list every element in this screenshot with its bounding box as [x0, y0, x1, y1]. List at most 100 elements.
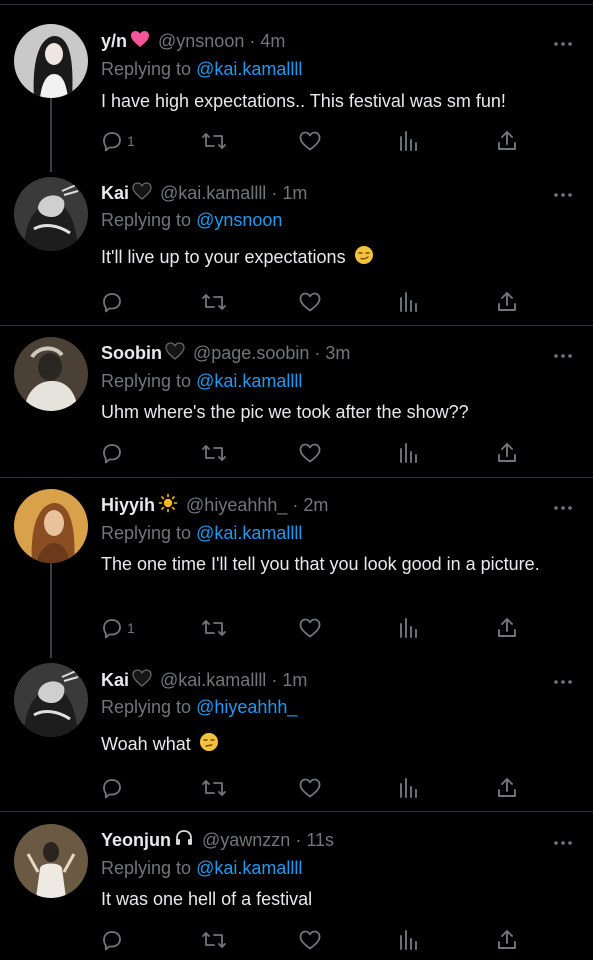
retweet-icon — [202, 294, 226, 310]
avatar[interactable] — [14, 24, 88, 98]
mention-link[interactable]: @kai.kamallll — [196, 858, 302, 878]
timestamp[interactable]: · 1m — [271, 670, 307, 690]
display-name[interactable]: Kai — [101, 183, 129, 203]
avatar[interactable] — [14, 337, 88, 411]
retweet-button[interactable] — [200, 775, 228, 801]
like-button[interactable] — [298, 289, 322, 315]
display-name[interactable]: Hiyyih — [101, 495, 155, 515]
avatar[interactable] — [14, 489, 88, 563]
retweet-icon — [202, 932, 226, 948]
retweet-button[interactable] — [200, 289, 228, 315]
smirk-face-icon — [354, 245, 374, 271]
display-name[interactable]: y/n — [101, 31, 127, 51]
user-handle[interactable]: @kai.kamallll — [160, 183, 266, 203]
unamused-face-icon — [199, 732, 219, 758]
like-button[interactable] — [298, 927, 322, 953]
replying-to: Replying to @kai.kamallll — [101, 521, 302, 545]
user-handle[interactable]: @hiyeahhh_ — [186, 495, 287, 515]
share-button[interactable] — [496, 927, 518, 953]
share-button[interactable] — [496, 128, 518, 154]
divider — [0, 811, 593, 812]
mention-link[interactable]: @kai.kamallll — [196, 371, 302, 391]
more-icon[interactable] — [552, 348, 574, 358]
like-icon — [299, 131, 321, 151]
share-button[interactable] — [496, 289, 518, 315]
views-icon — [400, 618, 417, 638]
share-icon — [498, 443, 516, 462]
share-icon — [498, 618, 516, 637]
avatar[interactable] — [14, 177, 88, 251]
replying-to: Replying to @ynsnoon — [101, 208, 282, 232]
retweet-button[interactable] — [200, 440, 228, 466]
views-button[interactable] — [398, 775, 420, 801]
retweet-button[interactable] — [200, 615, 228, 641]
timestamp[interactable]: · 1m — [271, 183, 307, 203]
more-icon[interactable] — [552, 36, 574, 46]
tweet-text: I have high expectations.. This festival… — [101, 91, 506, 111]
display-name[interactable]: Yeonjun — [101, 830, 171, 850]
reply-button[interactable] — [100, 775, 127, 801]
share-icon — [498, 292, 516, 311]
timestamp[interactable]: · 11s — [295, 830, 334, 850]
more-icon[interactable] — [552, 187, 574, 197]
tweet-text: Woah what — [101, 732, 561, 758]
reply-button[interactable]: 1 — [100, 615, 135, 641]
reply-button[interactable] — [100, 927, 127, 953]
reply-count: 1 — [127, 620, 135, 636]
avatar[interactable] — [14, 663, 88, 737]
retweet-icon — [202, 445, 226, 461]
tweet-text-body: It'll live up to your expectations — [101, 246, 346, 267]
like-button[interactable] — [298, 775, 322, 801]
mention-link[interactable]: @kai.kamallll — [196, 523, 302, 543]
timestamp[interactable]: · 2m — [292, 495, 328, 515]
display-name[interactable]: Kai — [101, 670, 129, 690]
display-name[interactable]: Soobin — [101, 343, 162, 363]
share-button[interactable] — [496, 440, 518, 466]
user-handle[interactable]: @kai.kamallll — [160, 670, 266, 690]
views-button[interactable] — [398, 927, 420, 953]
like-button[interactable] — [298, 615, 322, 641]
views-button[interactable] — [398, 289, 420, 315]
reply-icon — [103, 444, 121, 464]
user-handle[interactable]: @ynsnoon — [158, 31, 244, 51]
tweet-actions: 1 — [100, 615, 530, 641]
reply-button[interactable] — [100, 440, 127, 466]
replying-label: Replying to — [101, 858, 192, 878]
mention-link[interactable]: @hiyeahhh_ — [196, 697, 297, 717]
reply-count: 1 — [127, 133, 135, 149]
mention-link[interactable]: @ynsnoon — [196, 210, 282, 230]
views-button[interactable] — [398, 128, 420, 154]
retweet-button[interactable] — [200, 128, 228, 154]
replying-label: Replying to — [101, 523, 192, 543]
reply-icon — [103, 293, 121, 313]
reply-button[interactable] — [100, 289, 127, 315]
more-icon[interactable] — [552, 500, 574, 510]
divider — [0, 4, 593, 5]
tweet-actions: 1 — [100, 128, 530, 154]
like-button[interactable] — [298, 440, 322, 466]
mention-link[interactable]: @kai.kamallll — [196, 59, 302, 79]
views-button[interactable] — [398, 615, 420, 641]
user-handle[interactable]: @yawnzzn — [202, 830, 290, 850]
share-icon — [498, 131, 516, 150]
replying-to: Replying to @kai.kamallll — [101, 856, 302, 880]
tweet-header: Hiyyih @hiyeahhh_ · 2m — [101, 493, 328, 517]
thread-connector — [50, 98, 52, 172]
views-button[interactable] — [398, 440, 420, 466]
share-button[interactable] — [496, 775, 518, 801]
user-handle[interactable]: @page.soobin — [193, 343, 309, 363]
avatar[interactable] — [14, 824, 88, 898]
reply-icon — [103, 779, 121, 799]
timestamp[interactable]: · 3m — [314, 343, 350, 363]
like-icon — [299, 778, 321, 798]
share-button[interactable] — [496, 615, 518, 641]
more-icon[interactable] — [552, 835, 574, 845]
retweet-button[interactable] — [200, 927, 228, 953]
timestamp[interactable]: · 4m — [249, 31, 285, 51]
like-button[interactable] — [298, 128, 322, 154]
replying-label: Replying to — [101, 59, 192, 79]
reply-button[interactable]: 1 — [100, 128, 135, 154]
tweet-text: It was one hell of a festival — [101, 889, 313, 909]
more-icon[interactable] — [552, 674, 574, 684]
like-icon — [299, 618, 321, 638]
